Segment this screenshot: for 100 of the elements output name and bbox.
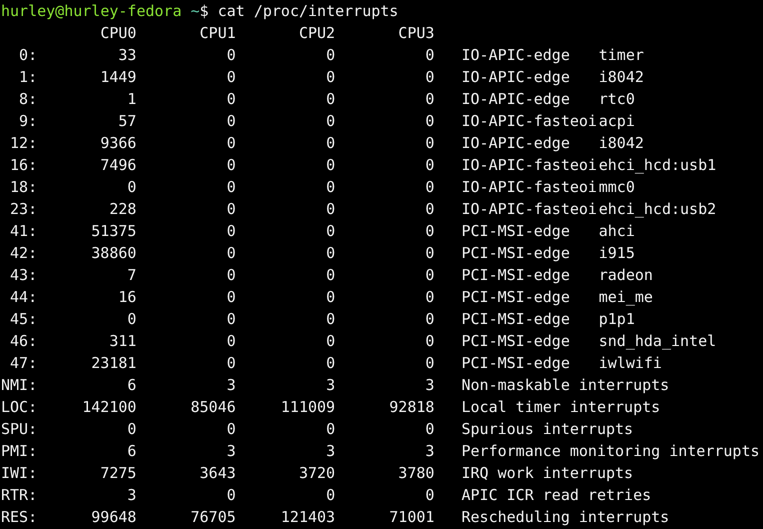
count-cell-text: 57 — [117, 111, 136, 132]
count-cell-text: 0 — [226, 199, 236, 220]
irq-label: IWI: — [1, 463, 38, 484]
count-cell-text: 0 — [226, 353, 236, 374]
count-cell-text: 0 — [226, 67, 236, 88]
count-cell-text: 0 — [226, 309, 236, 330]
interrupt-description: Spurious interrupts — [462, 419, 634, 440]
interrupt-type: IO-APIC-edge — [462, 45, 571, 66]
count-cell-text: 0 — [325, 353, 336, 374]
count-cell-text: 0 — [424, 353, 434, 374]
column-header: CPU0 — [99, 23, 136, 44]
irq-label: PMI: — [1, 441, 38, 462]
prompt-symbol: $ — [200, 1, 209, 22]
device-name: rtc0 — [598, 89, 635, 110]
count-cell-text: 0 — [325, 89, 336, 110]
count-cell-text: 76705 — [190, 507, 236, 528]
count-cell-text: 3 — [226, 375, 236, 396]
count-cell-text: 0 — [424, 287, 434, 308]
count-cell-text: 51375 — [90, 221, 136, 242]
interrupt-description: Local timer interrupts — [462, 397, 660, 418]
irq-label: 44: — [9, 287, 38, 308]
interrupt-description: Non-maskable interrupts — [462, 375, 670, 396]
count-cell-text: 0 — [226, 287, 236, 308]
interrupt-description: IRQ work interrupts — [462, 463, 634, 484]
count-cell-text: 121403 — [280, 507, 336, 528]
column-header: CPU1 — [198, 23, 236, 44]
interrupt-type: PCI-MSI-edge — [462, 265, 571, 286]
interrupt-type: IO-APIC-fasteoi — [462, 177, 597, 198]
device-name: ehci_hcd:usb2 — [598, 199, 716, 220]
count-cell-text: 3 — [126, 485, 136, 506]
count-cell-text: 0 — [424, 45, 434, 66]
count-cell-text: 0 — [325, 111, 336, 132]
count-cell-text: 0 — [424, 155, 434, 176]
count-cell-text: 7496 — [99, 155, 136, 176]
irq-label: 47: — [9, 353, 38, 374]
interrupt-type: PCI-MSI-edge — [462, 331, 571, 352]
column-header: CPU2 — [298, 23, 336, 44]
count-cell-text: 0 — [325, 331, 336, 352]
count-cell-text: 0 — [325, 177, 336, 198]
irq-label: 42: — [9, 243, 38, 264]
interrupt-type: PCI-MSI-edge — [462, 309, 571, 330]
irq-label: LOC: — [1, 397, 38, 418]
count-cell-text: 0 — [424, 243, 434, 264]
count-cell-text: 9366 — [99, 133, 136, 154]
count-cell-text: 38860 — [90, 243, 136, 264]
count-cell-text: 16 — [117, 287, 136, 308]
user-host: hurley@hurley-fedora — [1, 1, 182, 22]
interrupt-description: Rescheduling interrupts — [462, 507, 670, 528]
count-cell-text: 0 — [325, 221, 336, 242]
count-cell-text: 3720 — [298, 463, 336, 484]
device-name: mmc0 — [598, 177, 635, 198]
count-cell-text: 71001 — [388, 507, 434, 528]
count-cell-text: 142100 — [81, 397, 136, 418]
count-cell-text: 3 — [424, 375, 434, 396]
count-cell-text: 6 — [126, 441, 136, 462]
irq-label: SPU: — [1, 419, 38, 440]
command-text: cat /proc/interrupts — [218, 1, 398, 22]
count-cell-text: 0 — [226, 111, 236, 132]
count-cell-text: 0 — [424, 111, 434, 132]
device-name: p1p1 — [598, 309, 635, 330]
interrupt-type: PCI-MSI-edge — [462, 221, 571, 242]
count-cell-text: 0 — [424, 133, 434, 154]
count-cell-text: 0 — [325, 45, 336, 66]
count-cell-text: 1 — [126, 89, 136, 110]
irq-label: 43: — [9, 265, 38, 286]
count-cell-text: 0 — [325, 199, 336, 220]
irq-label: 46: — [9, 331, 38, 352]
count-cell-text: 0 — [424, 485, 434, 506]
irq-label: 8: — [18, 89, 38, 110]
count-cell-text: 0 — [226, 265, 236, 286]
count-cell-text: 1449 — [99, 67, 136, 88]
count-cell-text: 0 — [226, 221, 236, 242]
count-cell-text: 0 — [424, 89, 434, 110]
device-name: i915 — [598, 243, 635, 264]
count-cell-text: 85046 — [190, 397, 236, 418]
irq-label: 23: — [9, 199, 38, 220]
device-name: i8042 — [598, 133, 644, 154]
count-cell-text: 7275 — [99, 463, 136, 484]
count-cell-text: 99648 — [90, 507, 136, 528]
count-cell-text: 0 — [226, 89, 236, 110]
count-cell-text: 0 — [424, 419, 434, 440]
count-cell-text: 0 — [226, 155, 236, 176]
count-cell-text: 23181 — [90, 353, 136, 374]
count-cell-text: 0 — [325, 67, 336, 88]
irq-label: 1: — [18, 67, 38, 88]
count-cell-text: 311 — [108, 331, 136, 352]
interrupt-type: PCI-MSI-edge — [462, 287, 571, 308]
count-cell-text: 0 — [424, 177, 434, 198]
interrupt-description: APIC ICR read retries — [462, 485, 652, 506]
irq-label: RTR: — [1, 485, 38, 506]
count-cell-text: 3 — [325, 375, 336, 396]
count-cell-text: 0 — [226, 177, 236, 198]
interrupt-type: IO-APIC-edge — [462, 133, 571, 154]
count-cell-text: 0 — [424, 199, 434, 220]
device-name: timer — [598, 45, 644, 66]
interrupt-type: IO-APIC-fasteoi — [462, 199, 597, 220]
device-name: iwlwifi — [598, 353, 662, 374]
count-cell-text: 0 — [424, 265, 434, 286]
interrupt-type: PCI-MSI-edge — [462, 243, 571, 264]
interrupt-type: PCI-MSI-edge — [462, 353, 571, 374]
